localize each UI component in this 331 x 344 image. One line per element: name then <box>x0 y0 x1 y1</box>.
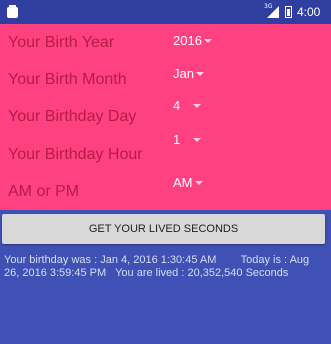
birth-day-value: 4 <box>173 98 181 113</box>
birth-hour-spinner[interactable]: 1 <box>173 132 202 152</box>
birth-day-spinner[interactable]: 4 <box>173 98 202 118</box>
birth-hour-label: Your Birthday Hour <box>8 146 143 163</box>
dropdown-caret-icon <box>195 71 204 76</box>
dropdown-caret-icon <box>194 180 203 185</box>
notification-icon <box>7 5 18 18</box>
birth-form-panel: Your Birth Year 2016 Your Birth Month Ja… <box>0 24 331 210</box>
birth-month-label: Your Birth Month <box>8 71 127 88</box>
am-pm-value: AM <box>173 175 193 190</box>
dropdown-caret-icon <box>203 38 212 43</box>
status-time: 4:00 <box>297 5 321 19</box>
birth-day-label: Your Birthday Day <box>8 108 137 125</box>
dropdown-caret-icon <box>193 103 202 108</box>
signal-icon <box>267 6 279 18</box>
battery-icon <box>285 6 292 18</box>
birth-year-value: 2016 <box>173 33 202 48</box>
birth-year-spinner[interactable]: 2016 <box>173 33 212 53</box>
am-pm-label: AM or PM <box>8 183 80 200</box>
am-pm-spinner[interactable]: AM <box>173 175 203 195</box>
dropdown-caret-icon <box>193 137 202 142</box>
birth-hour-value: 1 <box>173 132 181 147</box>
birth-month-value: Jan <box>173 66 194 81</box>
get-lived-seconds-button[interactable]: GET YOUR LIVED SECONDS <box>2 214 325 244</box>
status-bar: 3G 4:00 <box>0 0 331 24</box>
birth-year-label: Your Birth Year <box>8 34 115 51</box>
result-text: Your birthday was : Jan 4, 2016 1:30:45 … <box>4 254 313 279</box>
birth-month-spinner[interactable]: Jan <box>173 66 204 86</box>
